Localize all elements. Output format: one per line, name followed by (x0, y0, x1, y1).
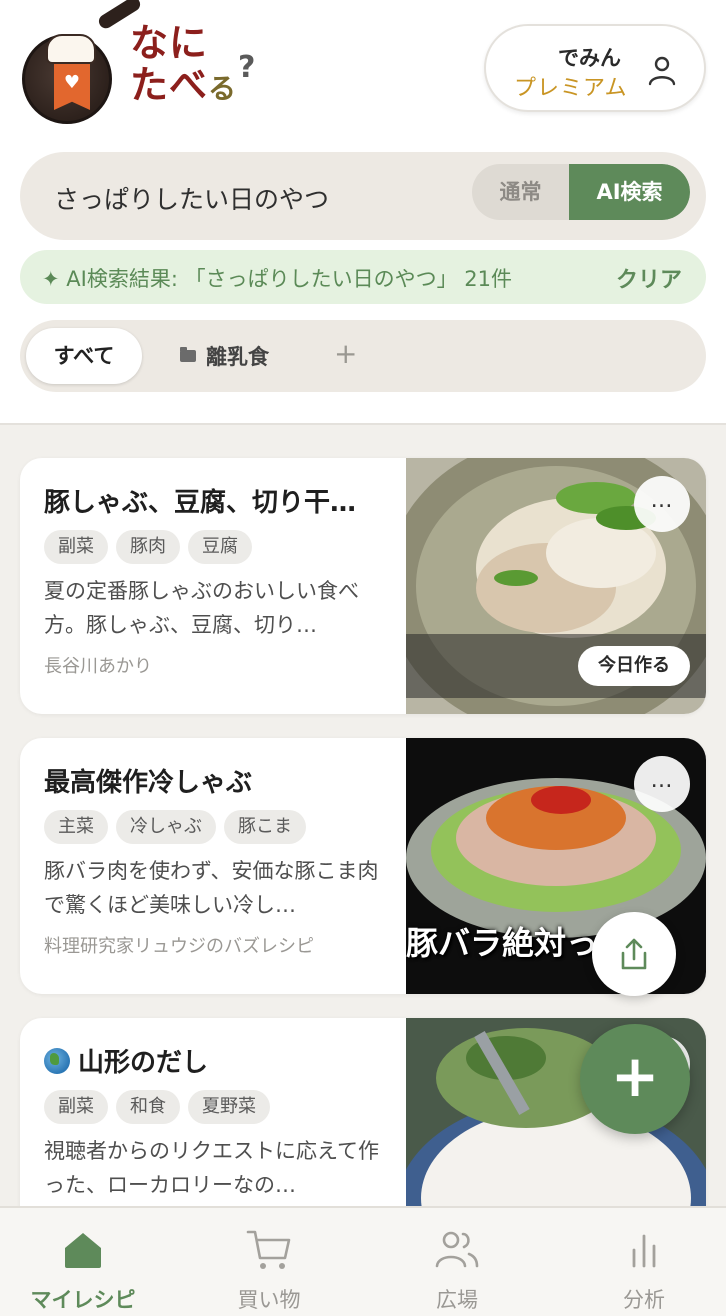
recipe-title: 最高傑作冷しゃぶ (44, 768, 253, 798)
mode-normal-button[interactable]: 通常 (472, 164, 569, 220)
recipe-tag: 豚こま (224, 810, 306, 844)
recipe-card[interactable]: 豚しゃぶ、豆腐、切り干… 副菜 豚肉 豆腐 夏の定番豚しゃぶのおいしい食べ方。豚… (20, 458, 706, 714)
home-icon (65, 1233, 101, 1268)
search-input[interactable]: さっぱりしたい日のやつ (54, 180, 329, 216)
recipe-tag: 夏野菜 (188, 1090, 270, 1124)
nav-shopping[interactable]: 買い物 (199, 1226, 339, 1314)
nav-label: 広場 (436, 1288, 478, 1312)
bar-chart-icon (632, 1234, 656, 1268)
recipe-author: 料理研究家リュウジのバズレシピ (44, 936, 314, 957)
people-icon (435, 1231, 479, 1268)
recipe-tag: 和食 (116, 1090, 180, 1124)
recipe-description: 視聴者からのリクエストに応えて作った、ローカロリーなの… (44, 1139, 379, 1197)
nav-plaza[interactable]: 広場 (387, 1226, 527, 1314)
recipe-description: 夏の定番豚しゃぶのおいしい食べ方。豚しゃぶ、豆腐、切り… (44, 579, 359, 637)
bottom-navigation: マイレシピ 買い物 広場 分析 (0, 1206, 726, 1316)
cart-icon (246, 1230, 291, 1269)
add-folder-button[interactable]: + (334, 337, 357, 371)
folder-tabs: すべて 離乳食 + (20, 320, 706, 392)
globe-icon (44, 1048, 70, 1074)
folder-icon (180, 347, 196, 362)
tab-folder[interactable]: 離乳食 (180, 342, 269, 370)
recipe-tag: 冷しゃぶ (116, 810, 216, 844)
logo-question-mark: ? (238, 50, 256, 85)
share-icon (621, 938, 647, 970)
recipe-tag: 副菜 (44, 1090, 108, 1124)
chef-hat-icon (46, 34, 96, 64)
recipe-tags: 副菜 和食 夏野菜 (44, 1090, 384, 1124)
recipe-tag: 豆腐 (188, 530, 252, 564)
search-mode-toggle[interactable]: 通常 AI検索 (472, 164, 690, 220)
recipe-tags: 副菜 豚肉 豆腐 (44, 530, 384, 564)
recipe-title: 山形のだし (78, 1048, 209, 1078)
profile-button[interactable]: でみん プレミアム (484, 24, 706, 112)
app-logo: ♥ なに たべる ? (20, 0, 260, 124)
recipe-description: 豚バラ肉を使わず、安価な豚こま肉で驚くほど美味しい冷し… (44, 859, 379, 917)
tab-all[interactable]: すべて (26, 328, 142, 384)
nav-label: 買い物 (237, 1288, 301, 1312)
ai-results-banner: ✦ AI検索結果: 「さっぱりしたい日のやつ」 21件 クリア (20, 250, 706, 304)
recipe-tag: 豚肉 (116, 530, 180, 564)
recipe-title: 豚しゃぶ、豆腐、切り干… (44, 488, 357, 518)
recipe-info: 豚しゃぶ、豆腐、切り干… 副菜 豚肉 豆腐 夏の定番豚しゃぶのおいしい食べ方。豚… (44, 482, 384, 678)
more-options-button[interactable]: … (634, 476, 690, 532)
folder-label: 離乳食 (206, 345, 269, 369)
recipe-tag: 主菜 (44, 810, 108, 844)
recipe-tag: 副菜 (44, 530, 108, 564)
mode-ai-button[interactable]: AI検索 (569, 164, 690, 220)
clear-button[interactable]: クリア (616, 262, 682, 294)
premium-badge: プレミアム (514, 76, 628, 101)
recipe-author: 長谷川あかり (44, 656, 152, 677)
profile-name: でみん (558, 46, 621, 70)
more-options-button[interactable]: … (634, 756, 690, 812)
nav-my-recipes[interactable]: マイレシピ (13, 1226, 153, 1314)
recipe-tags: 主菜 冷しゃぶ 豚こま (44, 810, 384, 844)
recipe-info: 山形のだし 副菜 和食 夏野菜 視聴者からのリクエストに応えて作った、ローカロリ… (44, 1042, 384, 1202)
cook-today-button[interactable]: 今日作る (578, 646, 690, 686)
search-bar[interactable]: さっぱりしたい日のやつ 通常 AI検索 (20, 152, 706, 240)
recipe-info: 最高傑作冷しゃぶ 主菜 冷しゃぶ 豚こま 豚バラ肉を使わず、安価な豚こま肉で驚く… (44, 762, 384, 958)
share-button[interactable] (592, 912, 676, 996)
add-recipe-button[interactable]: + (580, 1024, 690, 1134)
nav-label: 分析 (623, 1288, 665, 1312)
ai-results-text: ✦ AI検索結果: 「さっぱりしたい日のやつ」 21件 (42, 267, 512, 291)
user-icon (648, 56, 676, 86)
header-area: ♥ なに たべる ? でみん プレミアム さっぱりしたい日のやつ 通常 AI検索… (0, 0, 726, 425)
nav-analytics[interactable]: 分析 (574, 1226, 714, 1314)
nav-label: マイレシピ (30, 1288, 136, 1312)
